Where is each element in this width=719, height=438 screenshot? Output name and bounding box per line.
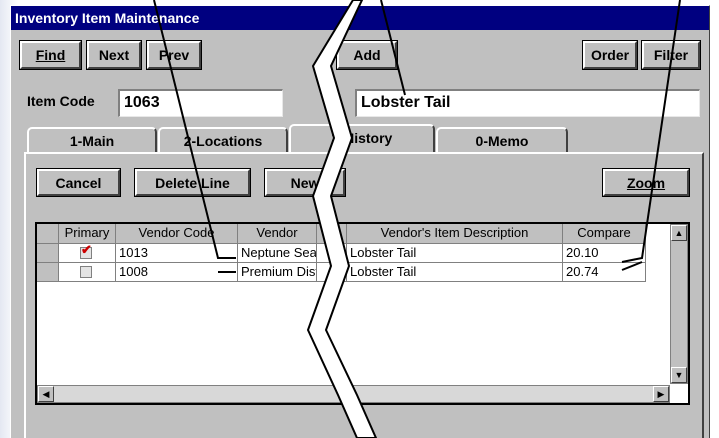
callout-line-description xyxy=(380,0,406,96)
callout-overlay xyxy=(153,0,681,438)
callout-line-compare-2 xyxy=(621,261,643,271)
callout-line-compare xyxy=(621,0,681,263)
torn-break-divider xyxy=(306,0,378,438)
callout-line-vendor xyxy=(153,0,236,259)
